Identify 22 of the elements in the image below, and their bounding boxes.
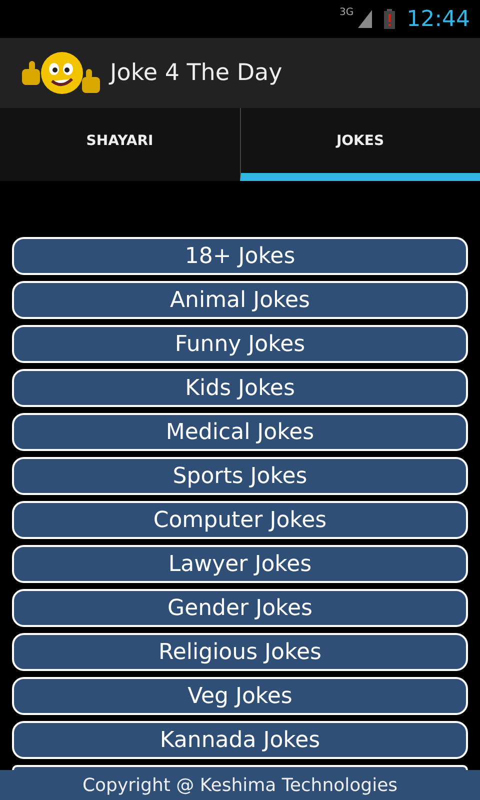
network-type: 3G	[339, 7, 354, 18]
category-button[interactable]: Medical Jokes	[12, 413, 468, 451]
smiley-icon	[20, 51, 102, 95]
category-button[interactable]: Lawyer Jokes	[12, 545, 468, 583]
clock: 12:44	[406, 6, 470, 32]
app-title: Joke 4 The Day	[110, 60, 282, 86]
tab[interactable]: JOKES	[240, 108, 480, 181]
category-button[interactable]	[12, 765, 468, 770]
copyright-text: Copyright @ Keshima Technologies	[0, 770, 480, 800]
category-button[interactable]: Veg Jokes	[12, 677, 468, 715]
tab[interactable]: SHAYARI	[0, 108, 240, 181]
category-button[interactable]: Religious Jokes	[12, 633, 468, 671]
category-button[interactable]: Funny Jokes	[12, 325, 468, 363]
category-button[interactable]: Sports Jokes	[12, 457, 468, 495]
category-button[interactable]: Kannada Jokes	[12, 721, 468, 759]
battery-alert-icon	[384, 9, 395, 29]
category-button[interactable]: 18+ Jokes	[12, 237, 468, 275]
signal-icon	[358, 10, 372, 28]
category-button[interactable]: Gender Jokes	[12, 589, 468, 627]
category-button[interactable]: Computer Jokes	[12, 501, 468, 539]
category-button[interactable]: Kids Jokes	[12, 369, 468, 407]
category-button[interactable]: Animal Jokes	[12, 281, 468, 319]
